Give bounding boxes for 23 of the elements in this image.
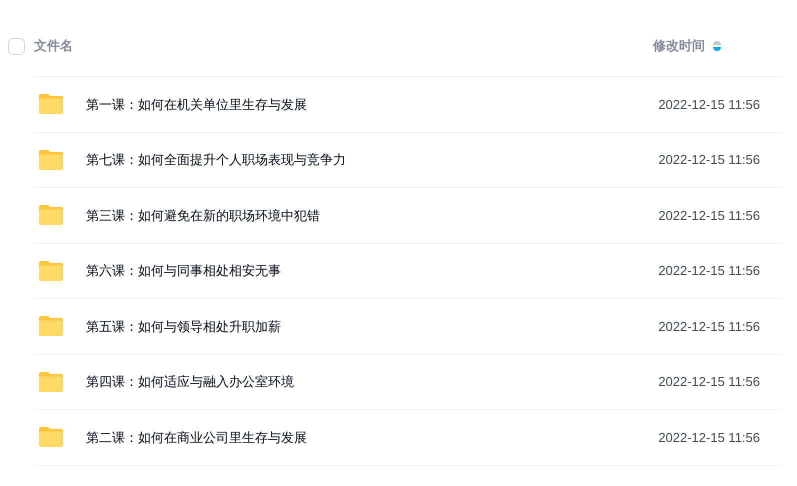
modified-time: 2022-12-15 11:56: [658, 206, 760, 224]
folder-icon: [38, 315, 64, 338]
folder-icon: [38, 204, 64, 226]
file-name[interactable]: 第六课：如何与同事相处相安无事: [86, 261, 281, 280]
modified-time: 2022-12-15 11:56: [658, 428, 760, 446]
folder-icon: [38, 148, 64, 171]
folder-icon: [38, 370, 64, 393]
file-name[interactable]: 第一课：如何在机关单位里生存与发展: [86, 94, 307, 114]
folder-icon: [38, 426, 64, 448]
file-name[interactable]: 第四课：如何适应与融入办公室环境: [86, 372, 294, 392]
modified-time: 2022-12-15 11:56: [658, 96, 760, 114]
file-name[interactable]: 第七课：如何全面提升个人职场表现与竞争力: [86, 150, 346, 170]
sort-icon[interactable]: [713, 40, 721, 52]
modified-time: 2022-12-15 11:56: [658, 151, 760, 169]
modified-time: 2022-12-15 11:56: [658, 318, 760, 336]
folder-icon: [38, 93, 64, 116]
modified-time: 2022-12-15 11:56: [658, 262, 760, 280]
select-all-checkbox[interactable]: [8, 38, 25, 54]
folder-icon: [38, 260, 64, 282]
file-name[interactable]: 第二课：如何在商业公司里生存与发展: [86, 428, 307, 447]
file-name[interactable]: 第三课：如何避免在新的职场环境中犯错: [86, 206, 320, 225]
file-name[interactable]: 第五课：如何与领导相处升职加薪: [86, 316, 281, 336]
modified-time: 2022-12-15 11:56: [658, 373, 760, 391]
